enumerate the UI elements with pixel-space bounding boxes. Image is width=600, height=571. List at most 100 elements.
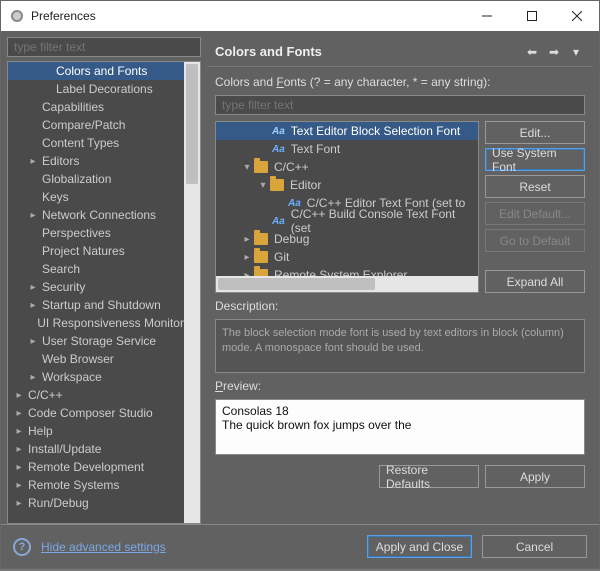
chevron-icon[interactable] — [240, 234, 254, 245]
font-icon: Aa — [272, 126, 285, 137]
sidebar-item[interactable]: Network Connections — [8, 206, 200, 224]
sidebar-item-label: Keys — [40, 190, 69, 204]
sidebar-item[interactable]: Help — [8, 422, 200, 440]
sidebar-item[interactable]: UI Responsiveness Monitoring — [8, 314, 200, 332]
maximize-button[interactable] — [509, 1, 554, 31]
font-icon: Aa — [272, 216, 285, 227]
restore-defaults-button[interactable]: Restore Defaults — [379, 465, 479, 488]
chevron-icon[interactable] — [12, 498, 26, 509]
sidebar-item[interactable]: Project Natures — [8, 242, 200, 260]
sidebar-item[interactable]: User Storage Service — [8, 332, 200, 350]
sidebar-item-label: Startup and Shutdown — [40, 298, 161, 312]
font-tree-item[interactable]: Git — [216, 248, 478, 266]
folder-icon — [254, 233, 268, 245]
chevron-icon[interactable] — [26, 300, 40, 311]
sidebar-item-label: Web Browser — [40, 352, 114, 366]
sidebar-item[interactable]: Code Composer Studio — [8, 404, 200, 422]
sidebar-item[interactable]: Perspectives — [8, 224, 200, 242]
preferences-window: Preferences Colors and FontsLabel Decora… — [0, 0, 600, 569]
sidebar-item[interactable]: Install/Update — [8, 440, 200, 458]
font-tree-item[interactable]: AaC/C++ Build Console Text Font (set — [216, 212, 478, 230]
chevron-icon[interactable] — [12, 444, 26, 455]
chevron-icon[interactable] — [240, 162, 254, 173]
chevron-icon[interactable] — [26, 282, 40, 293]
chevron-icon[interactable] — [26, 210, 40, 221]
sidebar-item[interactable]: Web Browser — [8, 350, 200, 368]
description-label: Description: — [215, 299, 585, 313]
chevron-icon[interactable] — [12, 408, 26, 419]
chevron-icon[interactable] — [26, 372, 40, 383]
sidebar-item-label: Label Decorations — [54, 82, 153, 96]
font-filter-input[interactable] — [215, 95, 585, 115]
sidebar-item[interactable]: Colors and Fonts — [8, 62, 200, 80]
font-tree-label: Git — [272, 250, 289, 264]
chevron-icon[interactable] — [12, 462, 26, 473]
dialog-body: Colors and Fonts Label Decorations Capabil… — [1, 31, 599, 568]
sidebar-item-label: Remote Systems — [26, 478, 119, 492]
chevron-icon[interactable] — [12, 480, 26, 491]
sidebar-item[interactable]: Workspace — [8, 368, 200, 386]
font-tree-item[interactable]: Editor — [216, 176, 478, 194]
menu-icon[interactable]: ▾ — [567, 43, 585, 61]
go-to-default-button: Go to Default — [485, 229, 585, 252]
chevron-icon[interactable] — [256, 180, 270, 191]
minimize-button[interactable] — [464, 1, 509, 31]
reset-button[interactable]: Reset — [485, 175, 585, 198]
sidebar: Colors and Fonts Label Decorations Capabil… — [7, 37, 201, 524]
chevron-icon[interactable] — [26, 156, 40, 167]
font-tree-row: AaText Editor Block Selection FontAaText… — [215, 121, 585, 293]
sidebar-item[interactable]: Remote Development — [8, 458, 200, 476]
sidebar-item[interactable]: C/C++ — [8, 386, 200, 404]
font-tree-item[interactable]: AaText Font — [216, 140, 478, 158]
font-tree-label: C/C++ — [272, 160, 309, 174]
sidebar-filter-input[interactable] — [7, 37, 201, 57]
expand-all-button[interactable]: Expand All — [485, 270, 585, 293]
preview-box: Consolas 18 The quick brown fox jumps ov… — [215, 399, 585, 455]
font-buttons-col: Edit... Use System Font Reset Edit Defau… — [485, 121, 585, 293]
apply-button[interactable]: Apply — [485, 465, 585, 488]
sidebar-item[interactable]: Keys — [8, 188, 200, 206]
sidebar-scrollbar[interactable] — [184, 62, 200, 523]
sidebar-item[interactable]: Globalization — [8, 170, 200, 188]
description-text: The block selection mode font is used by… — [215, 319, 585, 373]
sidebar-item[interactable]: Content Types — [8, 134, 200, 152]
forward-icon[interactable]: ➡ — [545, 43, 563, 61]
sidebar-item-label: Perspectives — [40, 226, 111, 240]
edit-button[interactable]: Edit... — [485, 121, 585, 144]
font-tree-hscroll[interactable] — [216, 276, 478, 292]
font-tree[interactable]: AaText Editor Block Selection FontAaText… — [215, 121, 479, 293]
font-tree-item[interactable]: C/C++ — [216, 158, 478, 176]
font-icon: Aa — [272, 144, 285, 155]
sidebar-item[interactable]: Run/Debug — [8, 494, 200, 512]
sidebar-item-label: Run/Debug — [26, 496, 89, 510]
cancel-button[interactable]: Cancel — [482, 535, 587, 558]
sidebar-item[interactable]: Editors — [8, 152, 200, 170]
apply-and-close-button[interactable]: Apply and Close — [367, 535, 472, 558]
sidebar-tree[interactable]: Colors and Fonts Label Decorations Capabil… — [7, 61, 201, 524]
folder-icon — [254, 251, 268, 263]
sidebar-item-label: UI Responsiveness Monitoring — [35, 316, 200, 330]
sidebar-item[interactable]: Search — [8, 260, 200, 278]
chevron-icon[interactable] — [26, 336, 40, 347]
font-tree-item[interactable]: AaText Editor Block Selection Font — [216, 122, 478, 140]
font-tree-item[interactable]: Remote System Explorer — [216, 266, 478, 276]
sidebar-item[interactable]: Label Decorations — [8, 80, 200, 98]
sidebar-item-label: User Storage Service — [40, 334, 156, 348]
hide-advanced-link[interactable]: Hide advanced settings — [41, 540, 166, 554]
page-title: Colors and Fonts — [215, 44, 519, 59]
help-icon[interactable]: ? — [13, 538, 31, 556]
close-button[interactable] — [554, 1, 599, 31]
use-system-font-button[interactable]: Use System Font — [485, 148, 585, 171]
font-tree-label: C/C++ Build Console Text Font (set — [289, 207, 478, 235]
sidebar-item[interactable]: Remote Systems — [8, 476, 200, 494]
sidebar-item[interactable]: Capabilities — [8, 98, 200, 116]
sidebar-item[interactable]: Security — [8, 278, 200, 296]
sidebar-item-label: Project Natures — [40, 244, 125, 258]
chevron-icon[interactable] — [12, 426, 26, 437]
back-icon[interactable]: ⬅ — [523, 43, 541, 61]
chevron-icon[interactable] — [240, 252, 254, 263]
sidebar-item[interactable]: Compare/Patch — [8, 116, 200, 134]
sidebar-item[interactable]: Startup and Shutdown — [8, 296, 200, 314]
chevron-icon[interactable] — [12, 390, 26, 401]
preview-line-1: Consolas 18 — [222, 404, 578, 418]
